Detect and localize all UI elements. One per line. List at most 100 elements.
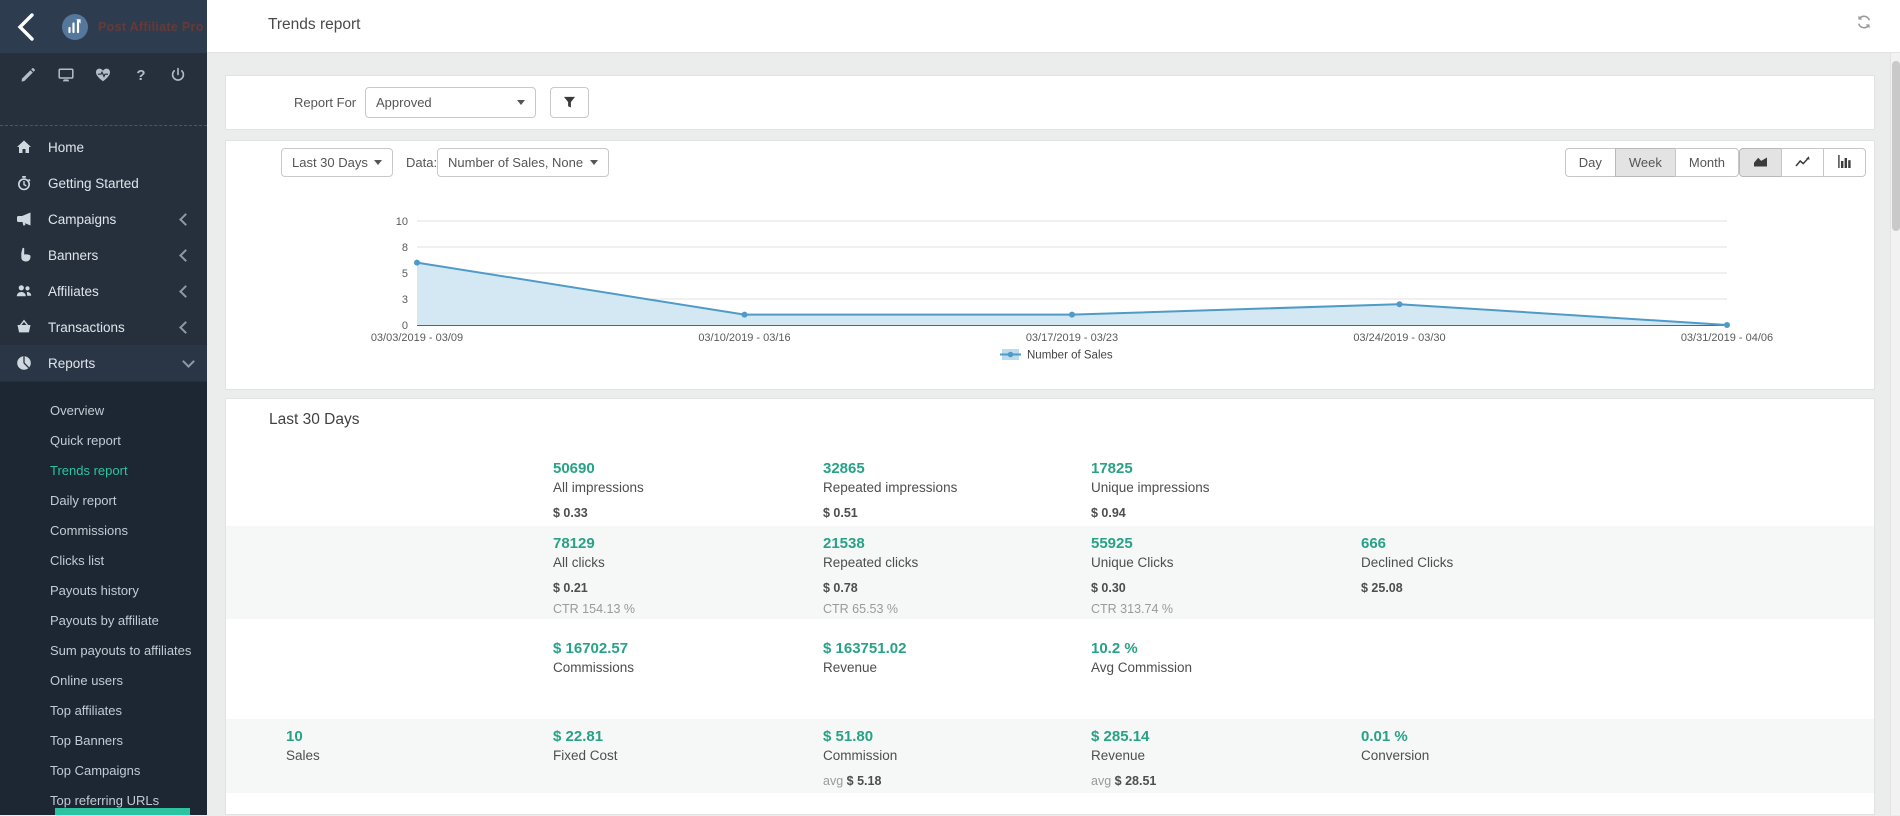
- sidebar-item-home[interactable]: Home: [0, 129, 207, 165]
- sidebar-subitem-sum-payouts-to-affiliates[interactable]: Sum payouts to affiliates: [0, 636, 207, 666]
- stat-label: Unique Clicks: [1091, 553, 1174, 572]
- stat-label: Declined Clicks: [1361, 553, 1453, 572]
- monitor-icon[interactable]: [58, 67, 75, 84]
- period-button-week[interactable]: Week: [1615, 148, 1676, 177]
- collapse-sidebar-button[interactable]: [14, 11, 38, 43]
- stat-value: 32865: [823, 459, 957, 478]
- stopwatch-icon: [16, 175, 33, 192]
- sidebar: Post Affiliate Pro ? Home Getting Started…: [0, 0, 207, 815]
- stat-ctr: CTR 313.74 %: [1091, 602, 1174, 616]
- stat-value: $ 51.80: [823, 727, 897, 746]
- sidebar-item-label: Campaigns: [48, 212, 181, 227]
- app-logo-icon: [62, 14, 88, 40]
- period-button-day[interactable]: Day: [1565, 148, 1616, 177]
- home-icon: [16, 139, 33, 156]
- sidebar-item-label: Getting Started: [48, 176, 193, 191]
- svg-text:03/10/2019 - 03/16: 03/10/2019 - 03/16: [698, 332, 790, 344]
- sidebar-item-banners[interactable]: Banners: [0, 237, 207, 273]
- date-range-value: Last 30 Days: [292, 155, 368, 170]
- stat-commissions: $ 16702.57Commissions: [553, 639, 634, 677]
- sidebar-subitem-trends-report[interactable]: Trends report: [0, 456, 207, 486]
- stat-conversion: 0.01 %Conversion: [1361, 727, 1429, 765]
- sidebar-subitem-payouts-by-affiliate[interactable]: Payouts by affiliate: [0, 606, 207, 636]
- data-series-select[interactable]: Number of Sales, None: [437, 148, 609, 177]
- sidebar-scrollbar[interactable]: [55, 808, 190, 815]
- chevron-left-icon: [179, 249, 192, 262]
- svg-text:03/24/2019 - 03/30: 03/24/2019 - 03/30: [1353, 332, 1445, 344]
- health-icon[interactable]: [95, 67, 112, 84]
- sidebar-item-affiliates[interactable]: Affiliates: [0, 273, 207, 309]
- filter-button[interactable]: [550, 87, 589, 118]
- stat-all-clicks: 78129All clicks$ 0.21CTR 154.13 %: [553, 534, 635, 616]
- sidebar-menu: Home Getting Started Campaigns BannersAffil…: [0, 126, 207, 381]
- funnel-icon: [563, 96, 576, 109]
- stat-value: $ 163751.02: [823, 639, 906, 658]
- sidebar-subitem-overview[interactable]: Overview: [0, 396, 207, 426]
- stat-value: 21538: [823, 534, 918, 553]
- stat-label: Repeated clicks: [823, 553, 918, 572]
- caret-down-icon: [374, 160, 382, 165]
- power-icon[interactable]: [170, 67, 187, 84]
- stat-money: $ 0.51: [823, 506, 957, 520]
- stat-label: Revenue: [823, 658, 906, 677]
- sidebar-item-reports[interactable]: Reports: [0, 345, 207, 381]
- stat-repeated-impressions: 32865Repeated impressions$ 0.51: [823, 459, 957, 520]
- stat-money: $ 0.33: [553, 506, 644, 520]
- refresh-icon[interactable]: [1856, 14, 1874, 32]
- stat-label: Revenue: [1091, 746, 1156, 765]
- data-series-value: Number of Sales, None: [448, 155, 583, 170]
- sidebar-item-campaigns[interactable]: Campaigns: [0, 201, 207, 237]
- caret-down-icon: [590, 160, 598, 165]
- edit-icon[interactable]: [20, 67, 37, 84]
- sidebar-subitem-top-banners[interactable]: Top Banners: [0, 726, 207, 756]
- sidebar-subitem-clicks-list[interactable]: Clicks list: [0, 546, 207, 576]
- stat-fixed-cost: $ 22.81Fixed Cost: [553, 727, 618, 765]
- report-for-select[interactable]: Approved: [365, 87, 536, 118]
- scrollbar-thumb[interactable]: [1892, 61, 1900, 231]
- stat-label: Sales: [286, 746, 320, 765]
- sidebar-subitem-quick-report[interactable]: Quick report: [0, 426, 207, 456]
- basket-icon: [16, 319, 33, 336]
- stat-label: Avg Commission: [1091, 658, 1192, 677]
- sidebar-subitem-daily-report[interactable]: Daily report: [0, 486, 207, 516]
- chevron-left-icon: [179, 213, 192, 226]
- area-chart-button[interactable]: [1739, 148, 1782, 177]
- svg-text:03/31/2019 - 04/06: 03/31/2019 - 04/06: [1681, 332, 1773, 344]
- bar-chart-button[interactable]: [1823, 148, 1866, 177]
- svg-text:5: 5: [402, 268, 408, 280]
- users-icon: [16, 283, 33, 300]
- stat-all-impressions: 50690All impressions$ 0.33: [553, 459, 644, 520]
- sidebar-item-transactions[interactable]: Transactions: [0, 309, 207, 345]
- stats-title: Last 30 Days: [269, 411, 359, 429]
- stat-avg-value: $ 28.51: [1115, 774, 1157, 788]
- date-range-select[interactable]: Last 30 Days: [281, 148, 393, 177]
- hand-pointer-icon: [16, 247, 33, 264]
- stats-row-2: 78129All clicks$ 0.21CTR 154.13 % 21538Re…: [226, 526, 1875, 619]
- svg-text:Number of Sales: Number of Sales: [1027, 350, 1113, 362]
- stats-row-4: 10Sales$ 22.81Fixed Cost$ 51.80Commissio…: [226, 719, 1875, 793]
- help-icon[interactable]: ?: [133, 67, 150, 84]
- period-button-group: DayWeekMonth: [1565, 148, 1739, 177]
- area-chart-icon: [1753, 154, 1768, 172]
- svg-text:0: 0: [402, 320, 408, 332]
- stat-label: Unique impressions: [1091, 478, 1210, 497]
- chevron-left-icon: [179, 321, 192, 334]
- stat-value: 55925: [1091, 534, 1174, 553]
- sidebar-subitem-online-users[interactable]: Online users: [0, 666, 207, 696]
- stat-label: Fixed Cost: [553, 746, 618, 765]
- sidebar-item-getting-started[interactable]: Getting Started: [0, 165, 207, 201]
- period-button-month[interactable]: Month: [1675, 148, 1739, 177]
- chart-card: Last 30 Days Data: Number of Sales, None…: [225, 140, 1875, 390]
- line-chart-button[interactable]: [1781, 148, 1824, 177]
- bar-chart-icon: [1837, 154, 1852, 172]
- stat-value: 50690: [553, 459, 644, 478]
- sidebar-subitem-top-campaigns[interactable]: Top Campaigns: [0, 756, 207, 786]
- sidebar-subitem-payouts-history[interactable]: Payouts history: [0, 576, 207, 606]
- stat-money: $ 0.30: [1091, 581, 1174, 595]
- app-logo-text: Post Affiliate Pro: [98, 20, 204, 34]
- sidebar-subitem-top-affiliates[interactable]: Top affiliates: [0, 696, 207, 726]
- sidebar-item-label: Reports: [48, 356, 184, 371]
- vertical-scrollbar[interactable]: [1890, 53, 1900, 815]
- sidebar-subitem-commissions[interactable]: Commissions: [0, 516, 207, 546]
- stats-row-3: $ 16702.57Commissions$ 163751.02Revenue1…: [226, 631, 1875, 706]
